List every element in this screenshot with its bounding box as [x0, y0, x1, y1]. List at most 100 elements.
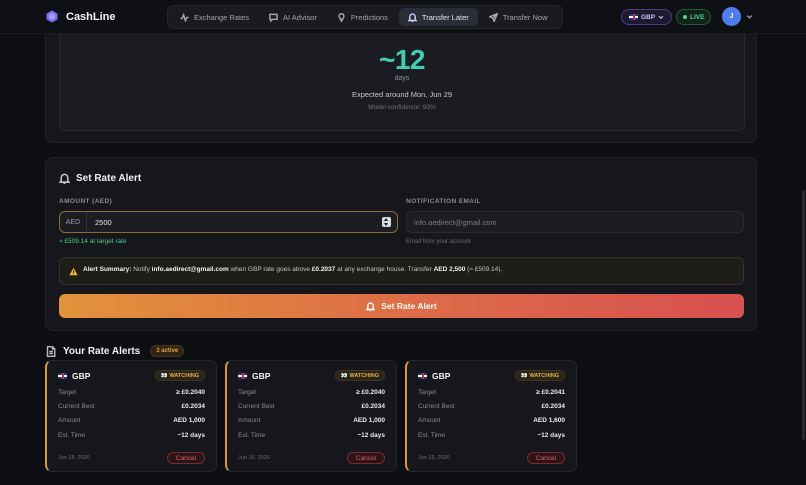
- cancel-alert-button[interactable]: Cancel: [527, 452, 565, 464]
- eye-icon: 👀: [520, 372, 528, 379]
- tab-label: Exchange Rates: [194, 12, 250, 22]
- time-value: ~12 days: [537, 432, 565, 439]
- amount-value: AED 1,000: [173, 417, 205, 424]
- tab-transfer-later[interactable]: Transfer Later: [398, 8, 478, 26]
- main-tabs: Exchange Rates AI Advisor Predictions Tr…: [167, 5, 563, 29]
- eye-icon: 👀: [160, 372, 168, 379]
- row-label: Target: [418, 389, 437, 396]
- warning-icon: [69, 267, 78, 276]
- brand[interactable]: CashLine: [46, 10, 116, 23]
- est-time-row: Est. Time ~12 days: [418, 432, 565, 442]
- alert-currency: GBP: [238, 371, 270, 381]
- active-count-badge: 3 active: [150, 345, 185, 357]
- summary-text: (≈ £509.14).: [465, 266, 503, 273]
- model-confidence: Model confidence: 93%: [368, 104, 436, 111]
- tab-label: AI Advisor: [283, 12, 317, 22]
- rate-alerts-title: Your Rate Alerts: [63, 345, 141, 357]
- hexagon-logo-icon: [46, 10, 58, 23]
- status-label: WATCHING: [349, 372, 379, 379]
- target-row: Target ≥ £0.2040: [58, 389, 205, 399]
- row-label: Est. Time: [58, 432, 86, 439]
- est-time-row: Est. Time ~12 days: [238, 432, 385, 442]
- status-label: WATCHING: [529, 372, 559, 379]
- currency-code: GBP: [432, 371, 451, 381]
- alert-card: GBP 👀 WATCHING Target ≥ £0.2040 Current Be…: [45, 360, 217, 472]
- set-rate-alert-card: Set Rate Alert AMOUNT (AED) AED 2500 ≈ £…: [45, 157, 757, 331]
- target-value: ≥ £0.2041: [536, 389, 565, 396]
- tab-predictions[interactable]: Predictions: [328, 8, 397, 26]
- alert-currency: GBP: [418, 371, 450, 381]
- row-label: Amount: [238, 417, 261, 424]
- alert-summary-text: Alert Summary: Notify info.aedirect@gmai…: [83, 266, 502, 273]
- amount-row: Amount AED 1,600: [418, 417, 565, 427]
- amount-input[interactable]: AED 2500: [59, 211, 398, 233]
- set-rate-alert-button[interactable]: Set Rate Alert: [59, 294, 744, 318]
- currency-code: GBP: [252, 371, 271, 381]
- currency-prefix: AED: [60, 212, 87, 232]
- current-best-row: Current Best £0.2034: [58, 403, 205, 413]
- amount-value: AED 1,000: [353, 417, 385, 424]
- time-value: ~12 days: [357, 432, 385, 439]
- watching-badge: 👀 WATCHING: [334, 370, 385, 381]
- tab-label: Predictions: [350, 12, 388, 22]
- uk-flag-icon: [629, 14, 638, 20]
- send-icon: [488, 12, 498, 22]
- email-hint: Email from your account: [406, 239, 471, 245]
- section-title: Set Rate Alert: [76, 173, 142, 184]
- target-value: ≥ £0.2040: [176, 389, 205, 396]
- amount-conversion-hint: ≈ £509.14 at target rate: [59, 238, 127, 245]
- button-label: Set Rate Alert: [381, 301, 437, 311]
- prediction-panel: ~12 days Expected around Mon, Jun 29 Mod…: [59, 34, 745, 131]
- currency-label: GBP: [641, 13, 656, 21]
- uk-flag-icon: [238, 373, 247, 379]
- amount-value[interactable]: 2500: [95, 218, 112, 227]
- message-icon: [269, 13, 278, 22]
- summary-text: when GBP rate goes above: [228, 266, 312, 273]
- tab-exchange-rates[interactable]: Exchange Rates: [171, 8, 258, 26]
- alert-date: Jun 18, 2026: [58, 455, 90, 461]
- watching-badge: 👀 WATCHING: [514, 370, 565, 381]
- alert-summary: Alert Summary: Notify info.aedirect@gmai…: [59, 257, 744, 285]
- current-value: £0.2034: [181, 403, 206, 410]
- target-value: ≥ £0.2040: [356, 389, 385, 396]
- amount-row: Amount AED 1,000: [238, 417, 385, 427]
- brand-name: CashLine: [66, 10, 116, 23]
- cancel-alert-button[interactable]: Cancel: [347, 452, 385, 464]
- currency-selector[interactable]: GBP: [621, 9, 673, 25]
- row-label: Amount: [58, 417, 81, 424]
- top-navbar: CashLine Exchange Rates AI Advisor Predi…: [0, 0, 806, 34]
- alert-currency: GBP: [58, 371, 90, 381]
- summary-amount: AED 2,500: [433, 266, 466, 273]
- row-label: Target: [58, 389, 77, 396]
- amount-stepper[interactable]: [382, 217, 391, 227]
- cancel-alert-button[interactable]: Cancel: [167, 452, 205, 464]
- activity-icon: [180, 12, 189, 22]
- summary-email: info.aedirect@gmail.com: [151, 266, 229, 273]
- email-field[interactable]: info.aedirect@gmail.com: [406, 211, 744, 233]
- row-label: Current Best: [418, 403, 455, 410]
- live-label: LIVE: [690, 13, 705, 21]
- currency-code: GBP: [72, 371, 91, 381]
- document-icon: [46, 345, 56, 357]
- chevron-down-icon[interactable]: [746, 13, 753, 20]
- watching-badge: 👀 WATCHING: [154, 370, 205, 381]
- current-value: £0.2034: [541, 403, 566, 410]
- tab-label: Transfer Now: [502, 12, 548, 22]
- row-label: Current Best: [238, 403, 275, 410]
- bell-icon: [407, 12, 417, 22]
- lightbulb-icon: [338, 12, 345, 22]
- uk-flag-icon: [418, 373, 427, 379]
- tab-transfer-now[interactable]: Transfer Now: [480, 8, 557, 26]
- row-label: Est. Time: [238, 432, 266, 439]
- summary-text: at any exchange house. Transfer: [335, 266, 434, 273]
- user-avatar[interactable]: J: [722, 7, 741, 26]
- amount-row: Amount AED 1,000: [58, 417, 205, 427]
- target-row: Target ≥ £0.2041: [418, 389, 565, 399]
- tab-ai-advisor[interactable]: AI Advisor: [260, 8, 326, 26]
- chevron-down-icon: [658, 15, 664, 19]
- alert-date: Jun 16, 2026: [238, 455, 270, 461]
- alert-card: GBP 👀 WATCHING Target ≥ £0.2040 Current Be…: [225, 360, 397, 472]
- current-value: £0.2034: [361, 403, 386, 410]
- row-label: Target: [238, 389, 257, 396]
- scrollbar[interactable]: [802, 190, 805, 440]
